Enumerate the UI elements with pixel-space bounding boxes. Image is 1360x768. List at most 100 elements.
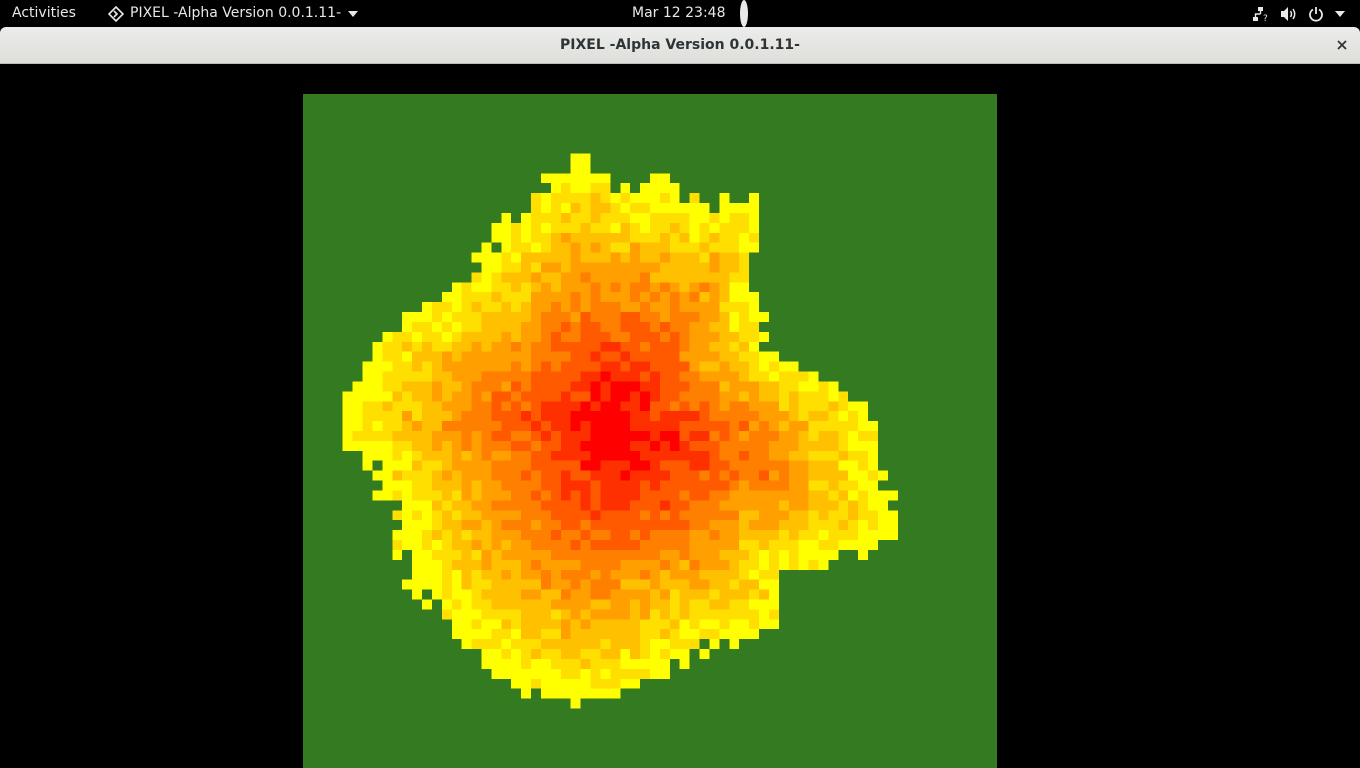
heat-pixel [451,450,462,461]
heat-pixel [689,530,700,541]
heat-pixel [531,331,541,342]
heat-pixel [580,411,591,422]
heat-pixel [600,272,611,283]
heat-pixel [679,629,690,640]
heat-pixel [610,421,621,431]
heat-pixel [540,421,551,431]
heat-pixel [511,678,522,689]
heat-pixel [540,678,551,689]
heat-pixel [838,540,849,550]
heat-pixel [699,302,710,313]
heat-pixel [491,510,502,521]
heat-pixel [640,302,650,313]
heat-pixel [719,203,730,213]
heat-pixel [719,540,730,550]
heat-pixel [550,520,561,531]
heat-pixel [729,391,740,402]
heat-pixel [550,619,561,630]
heat-pixel [560,480,571,491]
heat-pixel [689,193,700,204]
heat-pixel [531,203,541,213]
heat-pixel [640,431,650,441]
heat-pixel [808,460,819,471]
heat-pixel [501,282,512,293]
heat-pixel [719,490,730,501]
heat-pixel [521,470,532,481]
heat-pixel [461,321,472,332]
activities-button[interactable]: Activities [12,0,76,27]
clock[interactable]: Mar 12 23:48 [632,0,725,27]
heat-pixel [600,579,611,590]
heat-pixel [451,431,462,441]
heat-pixel [798,500,809,511]
heat-pixel [392,450,403,461]
heat-pixel [858,500,869,511]
close-button[interactable] [1332,35,1352,55]
status-area[interactable]: ? [1252,0,1346,27]
heat-pixel [511,272,522,283]
heat-pixel [481,381,492,392]
heat-pixel [679,371,690,382]
heat-pixel [620,193,631,204]
heat-pixel [778,401,789,412]
heat-pixel [620,351,631,362]
heat-pixel [550,262,561,273]
heat-pixel [759,401,769,412]
heat-pixel [511,609,522,620]
heat-pixel [570,658,581,669]
heat-pixel [550,599,561,610]
heat-pixel [580,619,591,630]
heat-pixel [590,609,601,620]
heat-pixel [511,639,522,650]
heat-pixel [699,421,710,431]
heat-pixel [709,262,720,273]
heat-pixel [828,391,839,402]
heat-pixel [630,272,641,283]
heat-pixel [749,232,760,243]
heat-pixel [808,450,819,461]
heat-pixel [640,559,650,570]
heat-pixel [580,173,591,184]
heat-pixel [600,520,611,531]
heat-pixel [511,559,522,570]
heat-pixel [481,282,492,293]
heat-pixel [491,341,502,352]
heat-pixel [788,480,799,491]
heat-pixel [491,252,502,263]
heat-pixel [560,272,571,283]
heat-pixel [531,242,541,253]
app-menu[interactable]: PIXEL -Alpha Version 0.0.1.11- [108,0,359,27]
heat-pixel [600,678,611,689]
game-canvas[interactable] [300,94,1000,768]
heat-pixel [372,391,383,402]
game-canvas-container[interactable] [300,94,1000,768]
heat-pixel [630,579,641,590]
heat-pixel [759,470,769,481]
heat-pixel [729,460,740,471]
heat-pixel [858,530,869,541]
heat-pixel [491,549,502,560]
heat-pixel [739,421,750,431]
heat-pixel [570,183,581,194]
heat-pixel [729,302,740,313]
heat-pixel [600,431,611,441]
heat-pixel [610,411,621,422]
window-titlebar[interactable]: PIXEL -Alpha Version 0.0.1.11- [0,27,1360,64]
heat-pixel [709,480,720,491]
heat-pixel [620,589,631,600]
heat-pixel [669,252,680,263]
heat-pixel [501,431,512,441]
heat-pixel [531,470,541,481]
heat-pixel [590,599,601,610]
heat-pixel [481,530,492,541]
heat-pixel [580,609,591,620]
heat-pixel [719,520,730,531]
heat-pixel [729,341,740,352]
heat-pixel [610,331,621,342]
heat-pixel [679,421,690,431]
heat-pixel [481,321,492,332]
heat-pixel [788,490,799,501]
heat-pixel [521,599,532,610]
heat-pixel [481,460,492,471]
heat-pixel [531,272,541,283]
